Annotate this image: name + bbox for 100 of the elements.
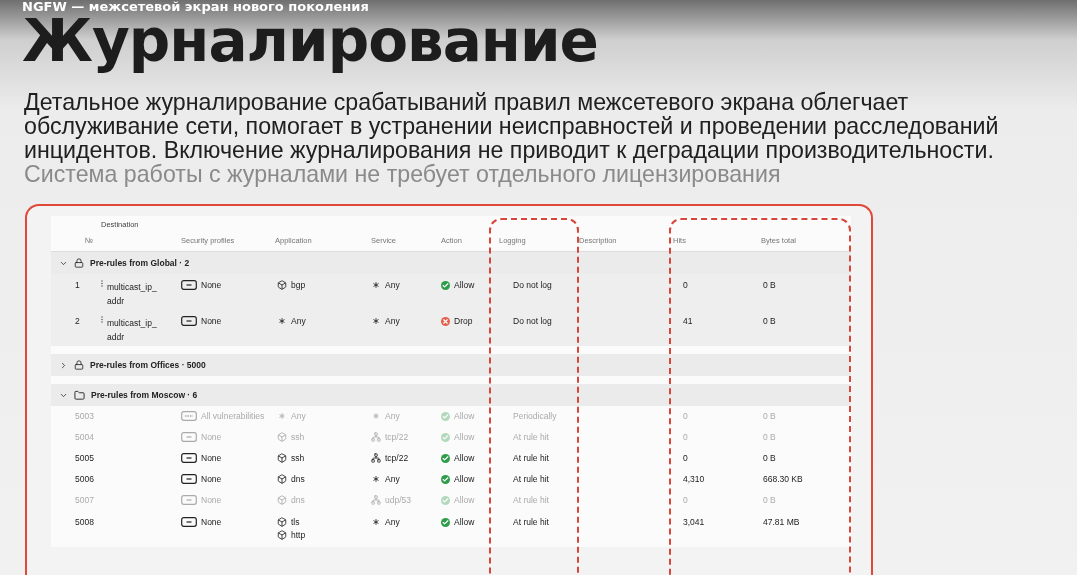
group-row[interactable]: Pre-rules from Global · 2 <box>51 252 851 274</box>
profile-text: None <box>201 495 222 505</box>
rule-number: 5004 <box>75 432 94 442</box>
service-text: Any <box>385 411 400 421</box>
allow-status-icon <box>441 517 450 527</box>
action-text: Allow <box>454 432 475 442</box>
asterisk-icon <box>277 316 287 326</box>
network-icon <box>371 432 381 442</box>
folder-icon <box>74 389 85 401</box>
group-row[interactable]: Pre-rules from Moscow · 6 <box>51 384 851 406</box>
hits-text: 4,310 <box>683 474 705 484</box>
action-text: Allow <box>454 474 475 484</box>
asterisk-icon <box>371 517 381 527</box>
application-text: ssh <box>291 432 305 442</box>
action-text: Allow <box>454 517 475 527</box>
asterisk-icon <box>371 280 381 290</box>
allow-status-icon <box>441 280 450 290</box>
logging-text: Periodically <box>513 411 557 421</box>
minus-box-icon <box>181 474 197 484</box>
bytes-text: 0 B <box>763 280 776 290</box>
destination-text: multicast_ip_addr <box>107 317 158 344</box>
hits-text: 0 <box>683 453 688 463</box>
service-text: Any <box>385 517 400 527</box>
profile-text: All vulnerabilities <box>201 411 265 421</box>
rule-row[interactable]: 2 multicast_ip_addr None Any Any Drop Do not log 41 0 B <box>51 310 851 346</box>
hits-text: 0 <box>683 280 688 290</box>
rule-number: 5006 <box>75 474 94 484</box>
rule-number: 5008 <box>75 517 94 527</box>
group-label: Pre-rules from Moscow · 6 <box>91 390 198 400</box>
allow-status-icon <box>441 495 450 505</box>
logging-text: At rule hit <box>513 453 549 463</box>
cube-icon <box>277 474 287 484</box>
action-text: Drop <box>454 316 473 326</box>
action-text: Allow <box>454 280 475 290</box>
hits-text: 0 <box>683 495 688 505</box>
hits-text: 0 <box>683 411 688 421</box>
profile-text: None <box>201 474 222 484</box>
service-text: tcp/22 <box>385 432 409 442</box>
destination-text: multicast_ip_addr <box>107 281 158 308</box>
logging-text: At rule hit <box>513 432 549 442</box>
cube-icon <box>277 530 287 540</box>
profile-text: None <box>201 316 222 326</box>
asterisk-icon <box>371 474 381 484</box>
logging-text: Do not log <box>513 280 552 290</box>
lock-icon <box>74 258 84 268</box>
rule-number: 1 <box>75 280 80 290</box>
action-text: Allow <box>454 453 475 463</box>
rule-row[interactable]: 1 multicast_ip_addr None bgp Any Allow Do not log 0 0 B <box>51 274 851 310</box>
logging-text: At rule hit <box>513 495 549 505</box>
application-text: Any <box>291 316 306 326</box>
rule-number: 5003 <box>75 411 94 421</box>
allow-status-icon <box>441 432 450 442</box>
bytes-text: 0 B <box>763 432 776 442</box>
profile-text: None <box>201 517 222 527</box>
bytes-text: 0 B <box>763 411 776 421</box>
application-text: tls <box>291 517 300 527</box>
network-icon <box>371 453 381 463</box>
service-text: tcp/22 <box>385 453 409 463</box>
hits-text: 3,041 <box>683 517 705 527</box>
hits-text: 0 <box>683 432 688 442</box>
slide-note: Система работы с журналами не требует отдельного лицензирования <box>24 162 781 186</box>
minus-box-icon <box>181 453 197 463</box>
service-text: Any <box>385 316 400 326</box>
rule-number: 5007 <box>75 495 94 505</box>
group-label: Pre-rules from Global · 2 <box>90 258 190 268</box>
logging-text: At rule hit <box>513 517 549 527</box>
minus-box-icon <box>181 280 197 290</box>
minus-box-icon <box>181 517 197 527</box>
rule-number: 2 <box>75 316 80 326</box>
allow-status-icon <box>441 474 450 484</box>
bytes-text: 0 B <box>763 316 776 326</box>
logging-text: At rule hit <box>513 474 549 484</box>
lock-icon <box>74 360 84 370</box>
application-text: ssh <box>291 453 305 463</box>
service-text: Any <box>385 280 400 290</box>
application-text: dns <box>291 495 305 505</box>
bytes-text: 668.30 KB <box>763 474 803 484</box>
asterisk-icon <box>371 316 381 326</box>
logging-text: Do not log <box>513 316 552 326</box>
service-text: udp/53 <box>385 495 411 505</box>
action-text: Allow <box>454 495 475 505</box>
cube-icon <box>277 280 287 290</box>
service-text: Any <box>385 474 400 484</box>
minus-box-icon <box>181 316 197 326</box>
cube-icon <box>277 517 287 527</box>
application-text: dns <box>291 474 305 484</box>
allow-status-icon <box>441 453 450 463</box>
drop-status-icon <box>441 316 450 326</box>
asterisk-icon <box>277 411 287 421</box>
application-text: Any <box>291 411 306 421</box>
rule-number: 5005 <box>75 453 94 463</box>
group-label: Pre-rules from Offices · 5000 <box>90 360 206 370</box>
profile-text: None <box>201 280 222 290</box>
hits-text: 41 <box>683 316 693 326</box>
bytes-text: 47.81 MB <box>763 517 800 527</box>
bytes-text: 0 B <box>763 453 776 463</box>
allow-status-icon <box>441 411 450 421</box>
cube-icon <box>277 453 287 463</box>
cube-icon <box>277 432 287 442</box>
group-row[interactable]: Pre-rules from Offices · 5000 <box>51 354 851 376</box>
